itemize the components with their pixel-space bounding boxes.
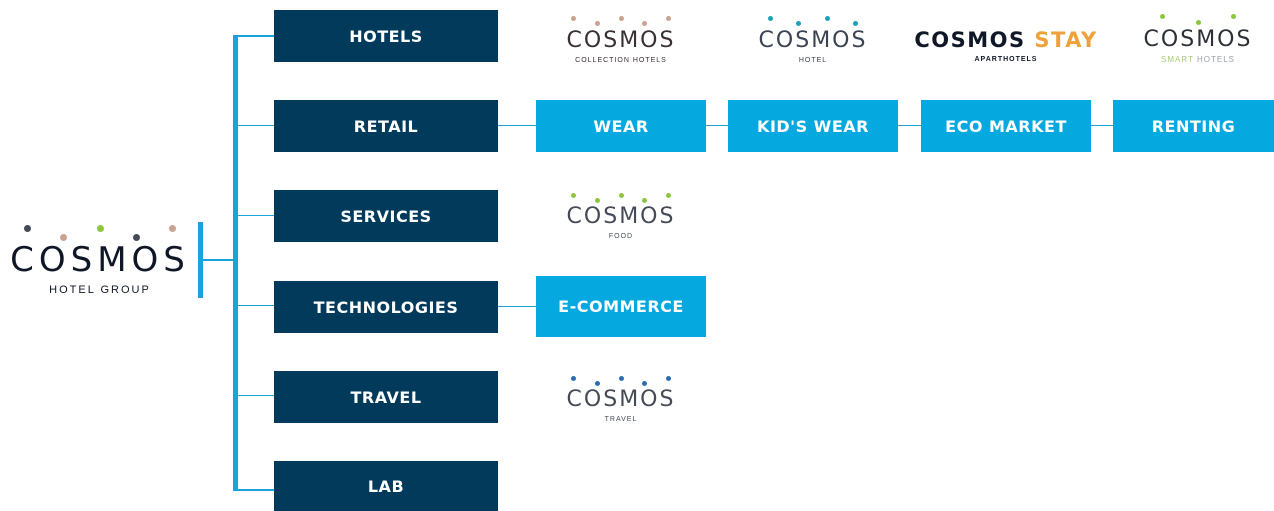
- logo-dot: [24, 225, 31, 232]
- division-travel[interactable]: TRAVEL: [274, 371, 498, 423]
- group-wordmark: COSMOS: [10, 240, 190, 280]
- brand-subtitle-2: HOTELS: [1196, 55, 1235, 64]
- logo-dot: [768, 16, 773, 21]
- logo-dot: [666, 16, 671, 21]
- division-retail[interactable]: RETAIL: [274, 100, 498, 152]
- logo-dot: [642, 198, 648, 203]
- brand-wordmark: COSMOS: [566, 204, 676, 229]
- logo-dot: [571, 193, 576, 198]
- brand-wordmark: COSMOS: [1143, 27, 1253, 52]
- logo-dots: [24, 225, 176, 241]
- logo-dots: [571, 16, 671, 26]
- trunk-top-cap: [233, 35, 274, 37]
- cosmos-smart-hotels-logo: COSMOS SMART HOTELS: [1123, 14, 1273, 64]
- cosmos-food-logo: COSMOS FOOD: [546, 193, 696, 240]
- division-services[interactable]: SERVICES: [274, 190, 498, 242]
- retail-unit-eco-market[interactable]: ECO MARKET: [921, 100, 1091, 152]
- brand-subtitle: HOTEL: [798, 57, 828, 64]
- logo-dot: [1231, 14, 1236, 19]
- logo-dot: [618, 376, 624, 381]
- logo-dots: [1160, 14, 1236, 26]
- retail-unit-wear[interactable]: WEAR: [536, 100, 706, 152]
- brand-wordmark-line: COSMOS STAY: [906, 30, 1106, 51]
- logo-dot: [618, 193, 624, 198]
- cosmos-travel-logo: COSMOS TRAVEL: [546, 376, 696, 423]
- logo-dot: [1160, 14, 1165, 19]
- group-to-trunk-line: [203, 259, 235, 261]
- brand-subtitle: FOOD: [608, 233, 634, 240]
- group-subtitle: HOTEL GROUP: [49, 284, 151, 296]
- logo-dot: [571, 376, 576, 381]
- logo-dot: [594, 381, 600, 386]
- branch-line-services: [238, 215, 274, 216]
- logo-dot: [618, 16, 624, 21]
- cosmos-hotel-group-logo: COSMOS HOTEL GROUP: [10, 225, 190, 296]
- brand-subtitle-line: SMART HOTELS: [1123, 56, 1273, 64]
- brand-wordmark: COSMOS: [566, 28, 676, 53]
- brand-wordmark: COSMOS: [566, 387, 676, 412]
- division-technologies[interactable]: TECHNOLOGIES: [274, 281, 498, 333]
- logo-dot: [824, 16, 830, 21]
- logo-dots: [768, 16, 858, 26]
- logo-dots: [571, 376, 671, 386]
- logo-dot: [666, 376, 671, 381]
- retail-unit-kids-wear[interactable]: KID'S WEAR: [728, 100, 898, 152]
- brand-wordmark: COSMOS: [758, 28, 868, 53]
- brand-subtitle: SMART: [1161, 55, 1194, 64]
- trunk-bottom-cap: [233, 489, 274, 491]
- trunk-line: [233, 35, 238, 491]
- logo-dot: [666, 193, 671, 198]
- logo-dot: [1195, 20, 1201, 25]
- cosmos-stay-logo: COSMOS STAY APARTHOTELS: [906, 30, 1106, 64]
- branch-line-travel: [238, 395, 274, 396]
- brand-wordmark: COSMOS: [914, 28, 1026, 52]
- logo-dot: [594, 21, 600, 26]
- logo-dot: [796, 21, 802, 26]
- logo-dot: [852, 21, 858, 26]
- logo-dot: [594, 198, 600, 203]
- logo-dot: [642, 21, 648, 26]
- technologies-connector-line: [498, 306, 538, 307]
- division-hotels[interactable]: HOTELS: [274, 10, 498, 62]
- logo-dot: [571, 16, 576, 21]
- cosmos-hotel-logo: COSMOS HOTEL: [738, 16, 888, 64]
- brand-subtitle: APARTHOTELS: [974, 56, 1038, 63]
- branch-line-technologies: [238, 305, 274, 306]
- logo-dot: [642, 381, 648, 386]
- brand-subtitle: COLLECTION HOTELS: [575, 57, 667, 64]
- retail-unit-renting[interactable]: RENTING: [1113, 100, 1274, 152]
- logo-dots: [571, 193, 671, 203]
- cosmos-collection-hotels-logo: COSMOS COLLECTION HOTELS: [546, 16, 696, 64]
- brand-subtitle: TRAVEL: [604, 416, 638, 423]
- logo-dot: [169, 225, 176, 232]
- technologies-unit-ecommerce[interactable]: E-COMMERCE: [536, 276, 706, 337]
- logo-dot: [96, 225, 104, 232]
- division-lab[interactable]: LAB: [274, 461, 498, 511]
- brand-wordmark-accent: STAY: [1034, 28, 1098, 52]
- branch-line-retail: [238, 125, 274, 126]
